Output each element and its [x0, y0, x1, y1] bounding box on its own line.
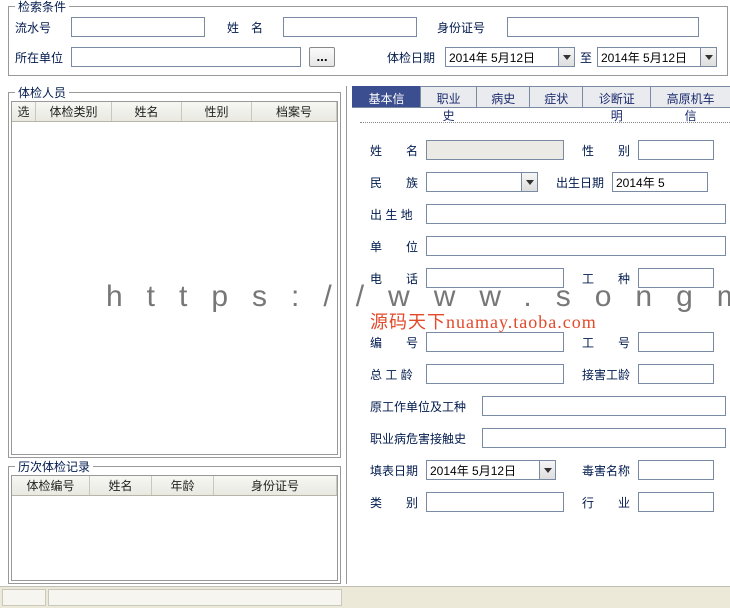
form-filldate-input[interactable]: [426, 460, 540, 480]
exam-date-label: 体检日期: [387, 49, 445, 66]
form-exposureage-label: 接害工龄: [582, 366, 638, 383]
history-col-name[interactable]: 姓名: [90, 476, 152, 495]
tab-job[interactable]: 职业史: [420, 86, 477, 108]
chevron-down-icon: [563, 55, 571, 60]
date-from-input[interactable]: [445, 47, 559, 67]
form-sex-label: 性 别: [582, 142, 638, 159]
form-filldate-picker[interactable]: [426, 460, 556, 480]
history-group: 历次体检记录 体检编号 姓名 年龄 身份证号: [8, 466, 341, 584]
form-org2-input[interactable]: [426, 236, 726, 256]
roster-grid-header: 选 体检类别 姓名 性别 档案号: [12, 102, 337, 122]
search-group: 检索条件 流水号 姓 名 身份证号 所在单位 ... 体检日期 至: [8, 6, 728, 76]
form-name-label: 姓 名: [370, 142, 426, 159]
serial-label: 流水号: [15, 19, 71, 36]
id-input[interactable]: [507, 17, 699, 37]
tab-symptom[interactable]: 症状: [529, 86, 583, 108]
form-birth-label: 出生日期: [556, 174, 612, 191]
roster-col-sex[interactable]: 性别: [182, 102, 252, 121]
history-col-id[interactable]: 身份证号: [214, 476, 337, 495]
history-grid-body[interactable]: [12, 496, 337, 578]
form-prevorg-label: 原工作单位及工种: [370, 398, 482, 415]
form-birthplace-input[interactable]: [426, 204, 726, 224]
roster-grid-body[interactable]: [12, 122, 337, 452]
dotted-divider: [360, 122, 730, 123]
form-filldate-label: 填表日期: [370, 462, 426, 479]
form-ethnic-label: 民 族: [370, 174, 426, 191]
form-phone-label: 电 话: [370, 270, 426, 287]
form-prevorg-input[interactable]: [482, 396, 726, 416]
form-industry-input[interactable]: [638, 492, 714, 512]
serial-input[interactable]: [71, 17, 205, 37]
form-hazard-label: 职业病危害接触史: [370, 430, 482, 447]
chevron-down-icon: [544, 468, 552, 473]
search-group-label: 检索条件: [15, 0, 69, 15]
form-exposureage-input[interactable]: [638, 364, 714, 384]
roster-group-label: 体检人员: [15, 84, 69, 101]
vertical-divider: [346, 86, 347, 584]
form-jobtype-label: 工 种: [582, 270, 638, 287]
org-browse-button[interactable]: ...: [309, 47, 335, 67]
date-to-picker[interactable]: [597, 47, 717, 67]
form-birth-picker[interactable]: [612, 172, 708, 192]
id-label: 身份证号: [437, 19, 507, 36]
tab-diag[interactable]: 诊断证明: [582, 86, 651, 108]
tab-illness[interactable]: 病史: [476, 86, 530, 108]
form-totalage-input[interactable]: [426, 364, 564, 384]
roster-col-select[interactable]: 选: [12, 102, 36, 121]
form-workno-label: 工 号: [582, 334, 638, 351]
date-from-picker[interactable]: [445, 47, 575, 67]
form-code-input[interactable]: [426, 332, 564, 352]
tab-underline: [352, 107, 730, 108]
form-totalage-label: 总 工 龄: [370, 366, 426, 383]
history-group-label: 历次体检记录: [15, 458, 93, 475]
form-ethnic-dropdown-button[interactable]: [522, 172, 538, 192]
roster-col-name[interactable]: 姓名: [112, 102, 182, 121]
chevron-down-icon: [705, 55, 713, 60]
form-toxic-input[interactable]: [638, 460, 714, 480]
tab-high[interactable]: 高原机车信: [650, 86, 730, 108]
form-industry-label: 行 业: [582, 494, 638, 511]
form-ethnic-input[interactable]: [426, 172, 522, 192]
form-birth-input[interactable]: [612, 172, 708, 192]
chevron-down-icon: [526, 180, 534, 185]
org-input[interactable]: [71, 47, 301, 67]
form-category-input[interactable]: [426, 492, 564, 512]
date-to-input[interactable]: [597, 47, 701, 67]
form-jobtype-input[interactable]: [638, 268, 714, 288]
form-name-input[interactable]: [426, 140, 564, 160]
date-to-label: 至: [575, 49, 597, 66]
form-filldate-dropdown-button[interactable]: [540, 460, 556, 480]
form-ethnic-combo[interactable]: [426, 172, 538, 192]
roster-group: 体检人员 选 体检类别 姓名 性别 档案号: [8, 92, 341, 458]
roster-col-file[interactable]: 档案号: [252, 102, 337, 121]
date-from-dropdown-button[interactable]: [559, 47, 575, 67]
name-input[interactable]: [283, 17, 417, 37]
form-org2-label: 单 位: [370, 238, 426, 255]
form-sex-input[interactable]: [638, 140, 714, 160]
history-grid-header: 体检编号 姓名 年龄 身份证号: [12, 476, 337, 496]
status-bar: [0, 586, 730, 608]
date-to-dropdown-button[interactable]: [701, 47, 717, 67]
form-hazard-input[interactable]: [482, 428, 726, 448]
name-label: 姓 名: [227, 19, 283, 36]
roster-col-type[interactable]: 体检类别: [36, 102, 112, 121]
form-birthplace-label: 出 生 地: [370, 206, 426, 223]
org-label: 所在单位: [15, 49, 71, 66]
history-col-age[interactable]: 年龄: [152, 476, 214, 495]
status-seg-2: [48, 589, 342, 606]
form-workno-input[interactable]: [638, 332, 714, 352]
form-category-label: 类 别: [370, 494, 426, 511]
status-seg-1: [2, 589, 46, 606]
form-code-label: 编 号: [370, 334, 426, 351]
history-col-no[interactable]: 体检编号: [12, 476, 90, 495]
form-phone-input[interactable]: [426, 268, 564, 288]
form-toxic-label: 毒害名称: [582, 462, 638, 479]
tab-basic[interactable]: 基本信息: [352, 86, 421, 108]
watermark-shop: 源码天下nuamay.taoba.com: [370, 308, 597, 334]
